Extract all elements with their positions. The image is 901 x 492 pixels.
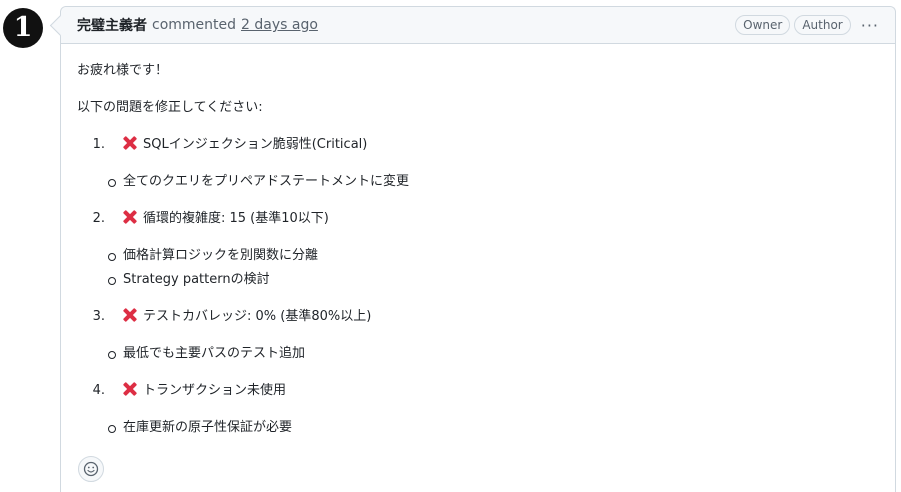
author-badge: Author (794, 15, 851, 35)
greeting-text: お疲れ様です！ (77, 63, 169, 78)
intro-text: 以下の問題を修正してください: (77, 100, 263, 115)
issue-item: 3. テストカバレッジ: 0% (基準80%以上) 最低でも主要パスのテスト追加 (77, 308, 879, 363)
subitem: 在庫更新の原子性保証が必要 (108, 419, 879, 437)
issue-title: テストカバレッジ: 0% (基準80%以上) (143, 309, 372, 324)
subitem: 最低でも主要パスのテスト追加 (108, 345, 879, 363)
step-number-marker: 1 (3, 8, 43, 48)
subitem: 価格計算ロジックを別関数に分離 (108, 247, 879, 265)
subitem: 全てのクエリをプリペアドステートメントに変更 (108, 173, 879, 191)
cross-mark-icon (123, 136, 137, 150)
issue-item: 4. トランザクション未使用 在庫更新の原子性保証が必要 (77, 382, 879, 437)
issue-number: 4. (92, 383, 105, 398)
owner-badge: Owner (735, 15, 791, 35)
issue-title: 循環的複雑度: 15 (基準10以下) (143, 211, 329, 226)
issue-number: 2. (92, 211, 105, 226)
comment-body: お疲れ様です！ 以下の問題を修正してください: 1. SQLインジェクション脆弱… (61, 44, 895, 437)
cross-mark-icon (123, 382, 137, 396)
author-name[interactable]: 完璧主義者 (77, 15, 147, 35)
issue-title: トランザクション未使用 (143, 383, 287, 398)
smiley-icon (83, 461, 99, 477)
issue-item: 1. SQLインジェクション脆弱性(Critical) 全てのクエリをプリペアド… (77, 136, 879, 191)
comment-action: commented (152, 17, 237, 33)
issue-number: 1. (92, 137, 105, 152)
issue-subitems: 在庫更新の原子性保証が必要 (108, 419, 879, 437)
issue-list: 1. SQLインジェクション脆弱性(Critical) 全てのクエリをプリペアド… (77, 136, 879, 437)
cross-mark-icon (123, 210, 137, 224)
issue-number: 3. (92, 309, 105, 324)
issue-subitems: 価格計算ロジックを別関数に分離 Strategy patternの検討 (108, 247, 879, 289)
more-options-icon[interactable]: ··· (861, 16, 879, 35)
subitem: Strategy patternの検討 (108, 271, 879, 289)
add-reaction-button[interactable] (78, 456, 104, 482)
header-actions: Owner Author ··· (731, 15, 879, 35)
issue-subitems: 全てのクエリをプリペアドステートメントに変更 (108, 173, 879, 191)
comment-timestamp[interactable]: 2 days ago (241, 17, 318, 33)
comment-header: 完璧主義者 commented 2 days ago Owner Author … (61, 7, 895, 44)
issue-title: SQLインジェクション脆弱性(Critical) (143, 137, 368, 152)
issue-subitems: 最低でも主要パスのテスト追加 (108, 345, 879, 363)
comment-box: 完璧主義者 commented 2 days ago Owner Author … (60, 6, 896, 492)
cross-mark-icon (123, 308, 137, 322)
issue-item: 2. 循環的複雑度: 15 (基準10以下) 価格計算ロジックを別関数に分離 S… (77, 210, 879, 289)
